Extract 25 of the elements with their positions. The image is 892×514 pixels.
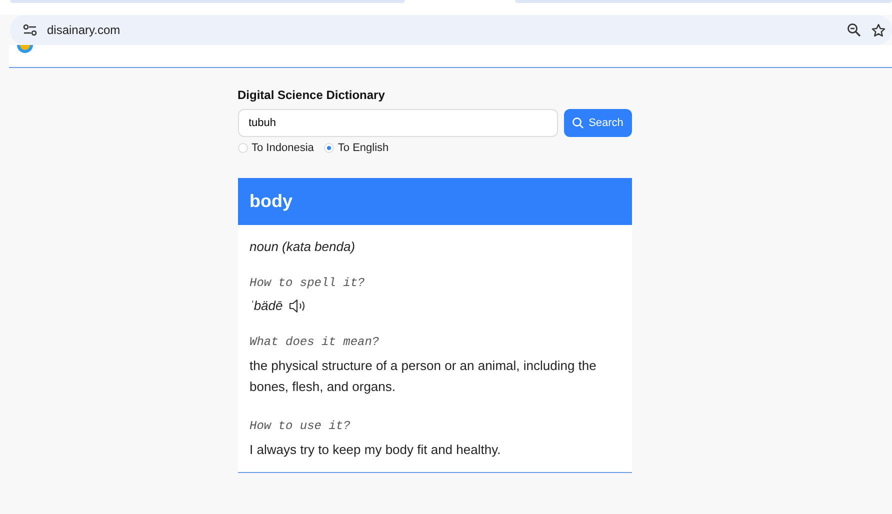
section-heading: How to use it?: [250, 419, 352, 433]
dictionary-title: Digital Science Dictionary: [238, 88, 386, 102]
direction-radio[interactable]: To Indonesia: [238, 142, 314, 154]
bookmark-star-icon[interactable]: [871, 22, 886, 38]
site-info-icon[interactable]: [23, 24, 37, 36]
radio-label: To Indonesia: [252, 142, 314, 154]
zoom-icon[interactable]: [847, 23, 861, 37]
section-heading: What does it mean?: [250, 335, 380, 349]
part-of-speech: noun (kata benda): [250, 239, 356, 254]
pronunciation-text: ˈbädē: [250, 298, 283, 313]
speaker-icon[interactable]: [288, 298, 306, 312]
search-field[interactable]: tubuh: [238, 109, 558, 137]
address-bar[interactable]: disainary.com: [10, 15, 892, 45]
url-text: disainary.com: [47, 23, 120, 37]
logo-icon[interactable]: [16, 45, 34, 53]
direction-radio[interactable]: To English: [324, 142, 389, 154]
search-button[interactable]: Search: [564, 109, 632, 137]
section-text: the physical structure of a person or an animal, including the bones, flesh, and organs.: [250, 357, 598, 396]
section-text: I always try to keep my body fit and healthy.: [250, 441, 502, 459]
search-icon: [572, 117, 584, 129]
headword: body: [250, 191, 292, 212]
radio-label: To English: [338, 142, 389, 154]
radio-circle[interactable]: [324, 143, 334, 153]
section-heading: How to spell it?: [250, 276, 366, 290]
radio-circle[interactable]: [238, 143, 248, 153]
